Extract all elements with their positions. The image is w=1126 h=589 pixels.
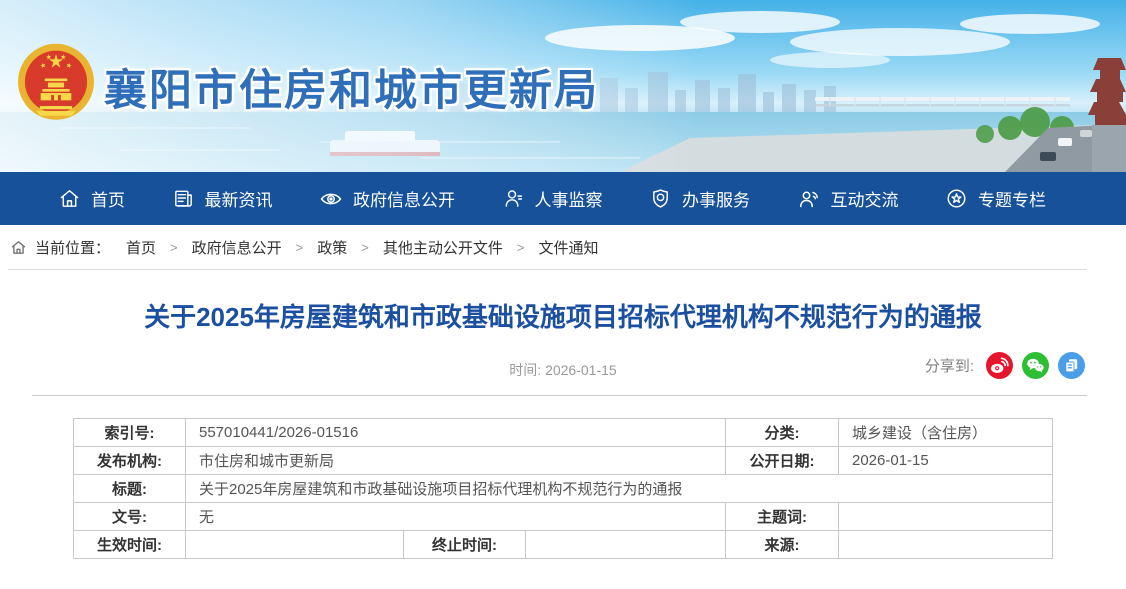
source-value — [839, 531, 1053, 559]
site-banner: 襄阳市住房和城市更新局 — [0, 0, 1126, 172]
table-row: 标题: 关于2025年房屋建筑和市政基础设施项目招标代理机构不规范行为的通报 — [74, 475, 1053, 503]
share-bar: 分享到: — [925, 352, 1085, 379]
breadcrumb-item-gov-info[interactable]: 政府信息公开 — [192, 237, 282, 258]
publish-time-value: 2026-01-15 — [545, 362, 617, 378]
news-icon — [172, 187, 195, 210]
weibo-share-button[interactable] — [986, 352, 1013, 379]
chat-people-icon — [797, 187, 821, 211]
publish-date-value: 2026-01-15 — [839, 447, 1053, 475]
table-row: 文号: 无 主题词: — [74, 503, 1053, 531]
doc-title-label: 标题: — [74, 475, 186, 503]
copy-news-share-button[interactable] — [1058, 352, 1085, 379]
source-label: 来源: — [726, 531, 839, 559]
wechat-share-button[interactable] — [1022, 352, 1049, 379]
nav-item-home[interactable]: 首页 — [58, 186, 125, 211]
document-meta-table: 索引号: 557010441/2026-01516 分类: 城乡建设（含住房） … — [73, 418, 1053, 559]
breadcrumb-separator: > — [296, 240, 304, 255]
breadcrumb-item-other-public-files[interactable]: 其他主动公开文件 — [383, 237, 503, 258]
table-row: 索引号: 557010441/2026-01516 分类: 城乡建设（含住房） — [74, 419, 1053, 447]
issuer-value: 市住房和城市更新局 — [186, 447, 726, 475]
expiry-date-value — [526, 531, 726, 559]
main-nav: 首页 最新资讯 政府信息公开 人事监察 办事服务 — [0, 172, 1126, 225]
nav-item-label: 人事监察 — [535, 186, 603, 211]
person-icon — [502, 187, 525, 210]
doc-number-value: 无 — [186, 503, 726, 531]
site-title: 襄阳市住房和城市更新局 — [104, 56, 599, 118]
expiry-date-label: 终止时间: — [404, 531, 526, 559]
effective-date-label: 生效时间: — [74, 531, 186, 559]
nav-item-services[interactable]: 办事服务 — [649, 186, 750, 211]
breadcrumb-separator: > — [361, 240, 369, 255]
home-icon — [58, 187, 81, 210]
breadcrumb: 当前位置： 首页 > 政府信息公开 > 政策 > 其他主动公开文件 > 文件通知 — [0, 225, 1126, 269]
nav-item-label: 办事服务 — [682, 186, 750, 211]
nav-item-personnel[interactable]: 人事监察 — [502, 186, 603, 211]
nav-item-label: 首页 — [91, 186, 125, 211]
breadcrumb-item-policy[interactable]: 政策 — [317, 237, 347, 258]
category-value: 城乡建设（含住房） — [839, 419, 1053, 447]
copy-news-icon — [1058, 352, 1085, 379]
table-row: 发布机构: 市住房和城市更新局 公开日期: 2026-01-15 — [74, 447, 1053, 475]
wechat-icon — [1022, 352, 1049, 379]
publish-date-label: 公开日期: — [726, 447, 839, 475]
nav-item-label: 专题专栏 — [978, 186, 1046, 211]
eye-icon — [319, 187, 343, 211]
weibo-icon — [986, 352, 1013, 379]
index-number-value: 557010441/2026-01516 — [186, 419, 726, 447]
nav-item-news[interactable]: 最新资讯 — [172, 186, 273, 211]
doc-number-label: 文号: — [74, 503, 186, 531]
breadcrumb-label: 当前位置： — [35, 237, 110, 258]
breadcrumb-divider — [8, 269, 1087, 270]
issuer-label: 发布机构: — [74, 447, 186, 475]
breadcrumb-item-file-notices[interactable]: 文件通知 — [538, 237, 598, 258]
star-icon — [945, 187, 968, 210]
article-title: 关于2025年房屋建筑和市政基础设施项目招标代理机构不规范行为的通报 — [60, 300, 1066, 335]
home-icon — [10, 239, 27, 256]
nav-item-label: 互动交流 — [831, 186, 899, 211]
shield-icon — [649, 187, 672, 210]
article-divider — [32, 395, 1087, 396]
doc-title-value: 关于2025年房屋建筑和市政基础设施项目招标代理机构不规范行为的通报 — [186, 475, 1053, 503]
breadcrumb-separator: > — [170, 240, 178, 255]
table-row: 生效时间: 终止时间: 来源: — [74, 531, 1053, 559]
share-label: 分享到: — [925, 355, 974, 376]
index-number-label: 索引号: — [74, 419, 186, 447]
article-meta-row: 时间: 2026-01-15 分享到: — [0, 351, 1126, 385]
keywords-label: 主题词: — [726, 503, 839, 531]
breadcrumb-separator: > — [517, 240, 525, 255]
nav-item-label: 政府信息公开 — [353, 186, 455, 211]
breadcrumb-item-home[interactable]: 首页 — [126, 237, 156, 258]
nav-item-label: 最新资讯 — [205, 186, 273, 211]
publish-time-label: 时间: — [509, 362, 541, 378]
effective-date-value — [186, 531, 404, 559]
nav-item-gov-info[interactable]: 政府信息公开 — [319, 186, 455, 211]
national-emblem-icon — [15, 43, 97, 127]
nav-item-special-columns[interactable]: 专题专栏 — [945, 186, 1046, 211]
category-label: 分类: — [726, 419, 839, 447]
nav-item-interaction[interactable]: 互动交流 — [797, 186, 899, 211]
keywords-value — [839, 503, 1053, 531]
